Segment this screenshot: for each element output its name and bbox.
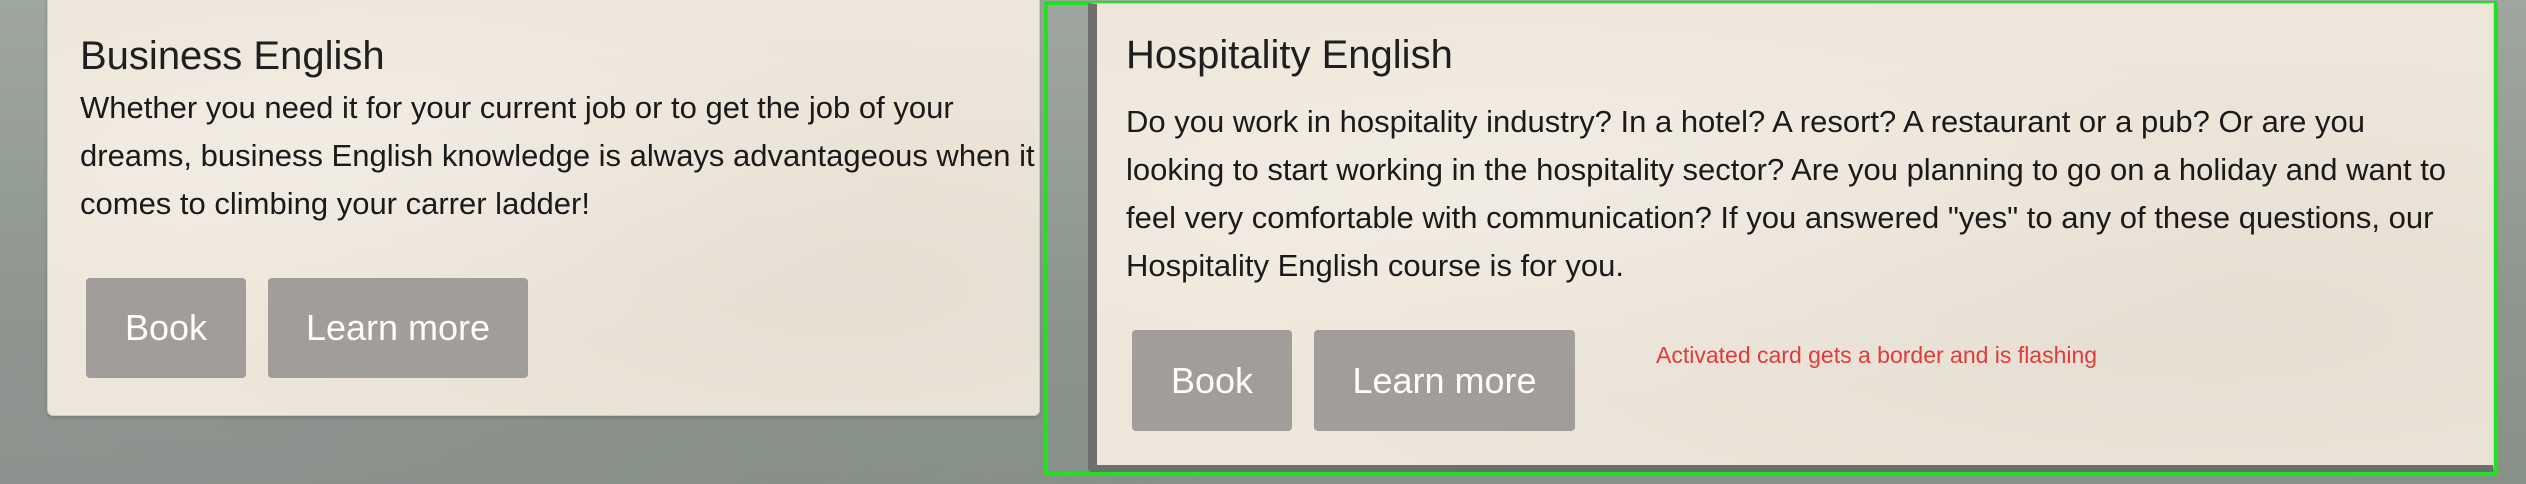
book-button[interactable]: Book [1132,330,1292,431]
learn-more-button[interactable]: Learn more [1314,330,1575,431]
activated-card-note: Activated card gets a border and is flas… [1656,342,2098,368]
page-background: { "cards": [ { "title": "Business Englis… [0,0,2526,484]
card-title: Business English [80,34,385,78]
card-description: Whether you need it for your current job… [80,90,1035,221]
course-card-hospitality-english: Hospitality English Do you work in hospi… [1088,3,2494,472]
card-title: Hospitality English [1126,33,1453,77]
book-button[interactable]: Book [86,278,246,378]
learn-more-button[interactable]: Learn more [268,278,528,378]
course-card-business-english: Business English Whether you need it for… [47,0,1040,416]
card-description: Do you work in hospitality industry? In … [1126,104,2447,283]
